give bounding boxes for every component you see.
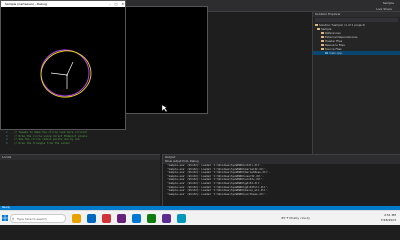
taskbar-app-icon[interactable] xyxy=(162,214,171,223)
search-icon: ⚲ xyxy=(12,217,15,221)
locals-title: Locals xyxy=(0,155,160,160)
project-icon xyxy=(317,28,320,30)
secondary-console-window[interactable] xyxy=(124,6,208,114)
taskbar-app-icon[interactable] xyxy=(177,214,186,223)
circle-drawing xyxy=(40,49,92,98)
cpp-file-icon xyxy=(325,52,328,54)
taskbar: ⚲ Type here to search 85°F Mostly cloudy… xyxy=(0,210,400,225)
folder-icon xyxy=(321,48,324,50)
search-placeholder: Type here to search xyxy=(17,217,47,221)
console-window[interactable]: Sample (Cartesian) - Debug – □ ✕ xyxy=(0,0,126,130)
solution-search-input[interactable] xyxy=(315,18,398,22)
code-area[interactable]: 1// Code based on drawing circle in Cart… xyxy=(6,128,306,145)
purple-circle xyxy=(40,49,90,97)
maximize-icon[interactable]: □ xyxy=(115,1,118,7)
taskbar-app-icon[interactable] xyxy=(102,214,111,223)
taskbar-app-icon[interactable] xyxy=(147,214,156,223)
folder-icon xyxy=(321,40,324,42)
taskbar-app-icon[interactable] xyxy=(87,214,96,223)
taskbar-app-icon[interactable] xyxy=(132,214,141,223)
solution-icon xyxy=(315,24,318,26)
console-title: Sample (Cartesian) - Debug xyxy=(5,2,47,6)
taskbar-app-icon[interactable] xyxy=(72,214,81,223)
locals-panel: Locals Autos Locals Watch 1 xyxy=(0,154,160,210)
vs-window-title: Sample xyxy=(382,1,394,5)
taskbar-apps xyxy=(72,214,186,223)
radius-line xyxy=(66,61,74,76)
live-share-button[interactable]: Live Share xyxy=(376,7,392,11)
center-point xyxy=(66,74,68,76)
solution-explorer: Solution Explorer Solution 'Sample' (1 o… xyxy=(312,12,400,154)
main-cpp-item[interactable]: main.cpp xyxy=(313,51,400,55)
clock-date: 7/28/2023 xyxy=(380,218,396,222)
output-line: 'Sample.exe' (Win32): Loaded 'C:\Windows… xyxy=(167,192,267,196)
yellow-circle xyxy=(40,50,92,98)
folder-icon xyxy=(321,32,324,34)
taskbar-clock[interactable]: 4:51 PM 7/28/2023 xyxy=(381,213,396,223)
mouse-cursor-icon xyxy=(161,104,168,113)
minimize-icon[interactable]: – xyxy=(109,1,111,7)
taskbar-search-input[interactable]: ⚲ Type here to search xyxy=(10,214,66,223)
weather-widget[interactable]: 85°F Mostly cloudy xyxy=(281,214,310,223)
folder-icon xyxy=(321,36,324,38)
output-panel: Output Show output from: Debug 'Sample.e… xyxy=(162,154,400,210)
folder-icon xyxy=(321,44,324,46)
solution-explorer-title: Solution Explorer xyxy=(313,12,400,17)
close-icon[interactable]: ✕ xyxy=(121,1,124,7)
radius-line xyxy=(50,72,68,76)
code-line: 5// Draw the triangle from the center xyxy=(6,141,71,145)
console-titlebar: Sample (Cartesian) - Debug – □ ✕ xyxy=(1,1,125,7)
taskbar-app-icon[interactable] xyxy=(117,214,126,223)
windows-start-icon[interactable] xyxy=(2,215,8,221)
